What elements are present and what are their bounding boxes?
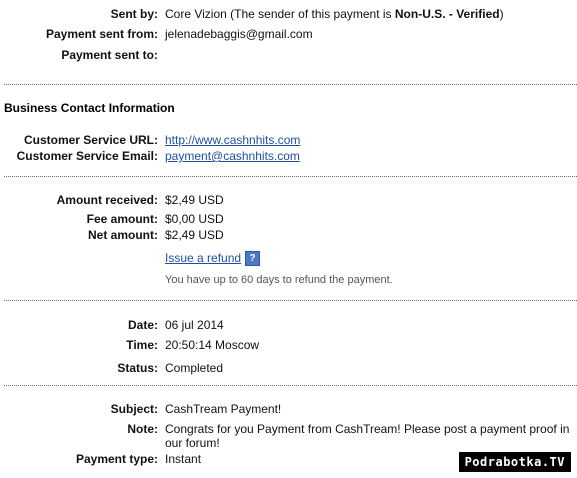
issue-refund-link[interactable]: Issue a refund (165, 251, 241, 265)
separator (4, 176, 577, 177)
sent-from-value: jelenadebaggis@gmail.com (165, 27, 313, 41)
service-email-label: Customer Service Email: (16, 149, 158, 163)
status-value: Completed (165, 361, 224, 375)
sent-to-label: Payment sent to: (61, 48, 158, 62)
service-url-link[interactable]: http://www.cashnhits.com (165, 132, 300, 148)
sent-by-value: Core Vizion (The sender of this payment … (165, 6, 504, 22)
sender-note-prefix: (The sender of this payment is (226, 7, 395, 21)
status-label: Status: (117, 361, 158, 375)
date-label: Date: (127, 318, 158, 332)
separator (4, 300, 577, 301)
separator (4, 84, 577, 85)
subject-value: CashTream Payment! (165, 402, 282, 416)
sender-verification-status: Non-U.S. - Verified (394, 7, 500, 21)
service-url-label: Customer Service URL: (23, 133, 158, 147)
sent-from-label: Payment sent from: (45, 27, 158, 41)
payment-type-value: Instant (165, 452, 202, 466)
time-label: Time: (126, 338, 158, 352)
time-value: 20:50:14 Moscow (165, 338, 260, 352)
note-value: Congrats for you Payment from CashTream!… (165, 422, 570, 450)
service-email-link[interactable]: payment@cashnhits.com (165, 148, 300, 164)
payment-type-label: Payment type: (75, 452, 158, 466)
refund-container: Issue a refund? (165, 250, 261, 267)
note-label: Note: (127, 422, 158, 436)
watermark: Podrabotka.TV (458, 452, 571, 472)
fee-amount-value: $0,00 USD (165, 212, 224, 226)
fee-amount-label: Fee amount: (86, 212, 158, 226)
net-amount-label: Net amount: (88, 228, 158, 242)
separator (4, 385, 577, 386)
sender-name: Core Vizion (165, 7, 227, 21)
refund-note: You have up to 60 days to refund the pay… (165, 274, 393, 286)
sent-by-label: Sent by: (110, 7, 158, 21)
subject-label: Subject: (110, 402, 158, 416)
help-icon[interactable]: ? (245, 251, 261, 267)
net-amount-value: $2,49 USD (165, 228, 224, 242)
amount-received-value: $2,49 USD (165, 193, 224, 207)
amount-received-label: Amount received: (56, 193, 158, 207)
sender-note-suffix: ) (499, 7, 504, 21)
business-contact-title: Business Contact Information (4, 101, 175, 115)
date-value: 06 jul 2014 (165, 318, 224, 332)
